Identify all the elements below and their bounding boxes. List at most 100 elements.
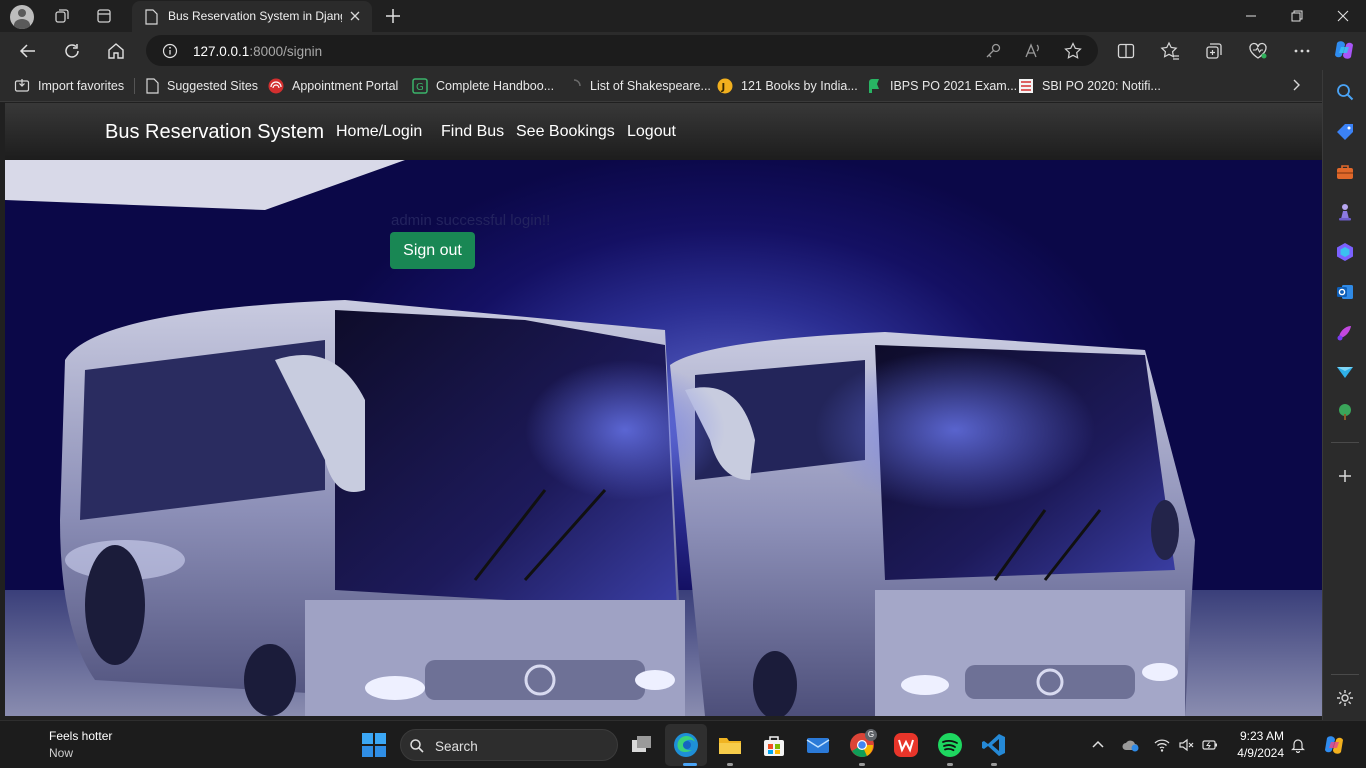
login-success-message: admin successful login!! bbox=[391, 212, 551, 229]
microsoft-store-icon[interactable] bbox=[761, 732, 787, 758]
outlook-icon[interactable] bbox=[1335, 282, 1355, 302]
fav-label: List of Shakespeare... bbox=[590, 79, 711, 93]
battery-icon[interactable] bbox=[1202, 737, 1218, 753]
web-page: Bus Reservation System Home/Login Find B… bbox=[5, 103, 1322, 716]
weather-subtitle[interactable]: Now bbox=[49, 746, 73, 760]
svg-text:J: J bbox=[721, 82, 726, 93]
vscode-icon[interactable] bbox=[981, 732, 1007, 758]
windows-start-icon[interactable] bbox=[361, 732, 387, 758]
nav-link-logout[interactable]: Logout bbox=[627, 123, 676, 141]
nav-link-find-bus[interactable]: Find Bus bbox=[441, 123, 504, 141]
fav-label: Appointment Portal bbox=[292, 79, 399, 93]
fav-suggested-sites[interactable]: Suggested Sites bbox=[145, 77, 258, 95]
favorites-icon[interactable] bbox=[1160, 41, 1180, 61]
address-bar[interactable]: 127.0.0.1:8000/signin bbox=[146, 35, 1098, 66]
handbook-icon: G bbox=[412, 78, 428, 94]
favorites-bar: Import favorites Suggested Sites Appoint… bbox=[0, 70, 1322, 102]
gear-icon[interactable] bbox=[1335, 688, 1355, 708]
chevron-right-icon[interactable] bbox=[1288, 77, 1304, 93]
ibps-icon bbox=[866, 78, 882, 94]
mail-icon[interactable] bbox=[805, 732, 831, 758]
tab-active[interactable]: Bus Reservation System in Django bbox=[132, 1, 372, 32]
tools-briefcase-icon[interactable] bbox=[1335, 162, 1355, 182]
sign-out-button[interactable]: Sign out bbox=[390, 232, 475, 269]
running-indicator bbox=[727, 763, 733, 766]
restore-icon[interactable] bbox=[1274, 0, 1320, 32]
add-icon[interactable] bbox=[1335, 466, 1355, 486]
password-key-icon[interactable] bbox=[984, 42, 1002, 60]
url-text[interactable]: 127.0.0.1:8000/signin bbox=[193, 44, 322, 59]
taskbar-search[interactable]: Search bbox=[400, 729, 618, 761]
fav-label: Complete Handboo... bbox=[436, 79, 555, 93]
copilot-icon[interactable] bbox=[1332, 38, 1356, 62]
search-icon[interactable] bbox=[1335, 82, 1355, 102]
read-aloud-icon[interactable] bbox=[1024, 42, 1042, 60]
minimize-icon[interactable] bbox=[1228, 0, 1274, 32]
close-window-icon[interactable] bbox=[1320, 0, 1366, 32]
url-path: :8000/signin bbox=[249, 44, 323, 59]
weather-title[interactable]: Feels hotter bbox=[49, 729, 112, 743]
fav-complete-handbook[interactable]: G Complete Handboo... bbox=[412, 77, 554, 95]
close-tab-icon[interactable] bbox=[348, 9, 362, 23]
notification-bell-icon[interactable] bbox=[1290, 737, 1306, 753]
file-explorer-icon[interactable] bbox=[717, 732, 743, 758]
books-icon: J bbox=[717, 78, 733, 94]
games-chess-icon[interactable] bbox=[1335, 202, 1355, 222]
fav-label: 121 Books by India... bbox=[741, 79, 858, 93]
wps-office-icon[interactable] bbox=[893, 732, 919, 758]
more-menu-icon[interactable] bbox=[1292, 41, 1312, 61]
onedrive-icon[interactable] bbox=[1122, 737, 1139, 753]
fav-ibps-po[interactable]: IBPS PO 2021 Exam... bbox=[866, 77, 1017, 95]
m365-icon[interactable] bbox=[1335, 242, 1355, 262]
fav-sbi-po[interactable]: SBI PO 2020: Notifi... bbox=[1018, 77, 1161, 95]
running-indicator bbox=[683, 763, 697, 766]
divider bbox=[1331, 674, 1359, 675]
clock-date[interactable]: 4/9/2024 bbox=[1228, 746, 1284, 760]
svg-text:G: G bbox=[416, 82, 424, 93]
site-info-icon[interactable] bbox=[162, 43, 178, 59]
fav-appointment-portal[interactable]: Appointment Portal bbox=[268, 77, 398, 95]
collections-icon[interactable] bbox=[1204, 41, 1224, 61]
home-icon[interactable] bbox=[104, 40, 128, 62]
clock-time[interactable]: 9:23 AM bbox=[1228, 729, 1284, 743]
fav-label: IBPS PO 2021 Exam... bbox=[890, 79, 1018, 93]
windows-taskbar: Feels hotter Now Search G 9:23 AM 4/9/20… bbox=[0, 720, 1366, 768]
nav-link-see-bookings[interactable]: See Bookings bbox=[516, 123, 615, 141]
fav-121-books[interactable]: J 121 Books by India... bbox=[717, 77, 858, 95]
wifi-icon[interactable] bbox=[1154, 737, 1170, 753]
hero-bus-image: admin successful login!! Sign out bbox=[5, 160, 1322, 716]
browser-toolbar: 127.0.0.1:8000/signin bbox=[0, 32, 1366, 70]
profile-avatar-icon[interactable] bbox=[10, 5, 34, 29]
spotify-icon[interactable] bbox=[937, 732, 963, 758]
tab-actions-icon[interactable] bbox=[91, 4, 117, 28]
designer-icon[interactable] bbox=[1335, 322, 1355, 342]
back-icon[interactable] bbox=[16, 40, 40, 62]
send-drop-icon[interactable] bbox=[1335, 362, 1355, 382]
loading-icon bbox=[566, 78, 582, 94]
tree-icon[interactable] bbox=[1335, 402, 1355, 422]
fav-list-of-shakespeare[interactable]: List of Shakespeare... bbox=[566, 77, 711, 95]
split-screen-icon[interactable] bbox=[1116, 41, 1136, 61]
browser-essentials-icon[interactable] bbox=[1248, 41, 1268, 61]
url-host: 127.0.0.1 bbox=[193, 44, 250, 59]
tab-title: Bus Reservation System in Django bbox=[168, 9, 342, 23]
divider bbox=[134, 78, 135, 94]
sbi-icon bbox=[1018, 78, 1034, 94]
new-tab-icon[interactable] bbox=[382, 5, 404, 27]
favorite-star-icon[interactable] bbox=[1064, 42, 1082, 60]
site-navbar: Bus Reservation System Home/Login Find B… bbox=[5, 103, 1322, 160]
workspaces-icon[interactable] bbox=[49, 4, 75, 28]
task-view-icon[interactable] bbox=[629, 732, 655, 758]
edge-sidebar bbox=[1322, 70, 1366, 720]
refresh-icon[interactable] bbox=[60, 40, 84, 62]
page-icon bbox=[144, 9, 158, 25]
site-brand[interactable]: Bus Reservation System bbox=[105, 121, 324, 144]
volume-muted-icon[interactable] bbox=[1178, 737, 1194, 753]
copilot-taskbar-icon[interactable] bbox=[1322, 733, 1346, 757]
divider bbox=[1331, 442, 1359, 443]
chevron-up-icon[interactable] bbox=[1090, 737, 1106, 753]
fav-import-favorites[interactable]: Import favorites bbox=[14, 77, 124, 95]
shopping-tag-icon[interactable] bbox=[1335, 122, 1355, 142]
edge-browser-icon[interactable] bbox=[673, 732, 699, 758]
nav-link-home-login[interactable]: Home/Login bbox=[336, 123, 422, 141]
